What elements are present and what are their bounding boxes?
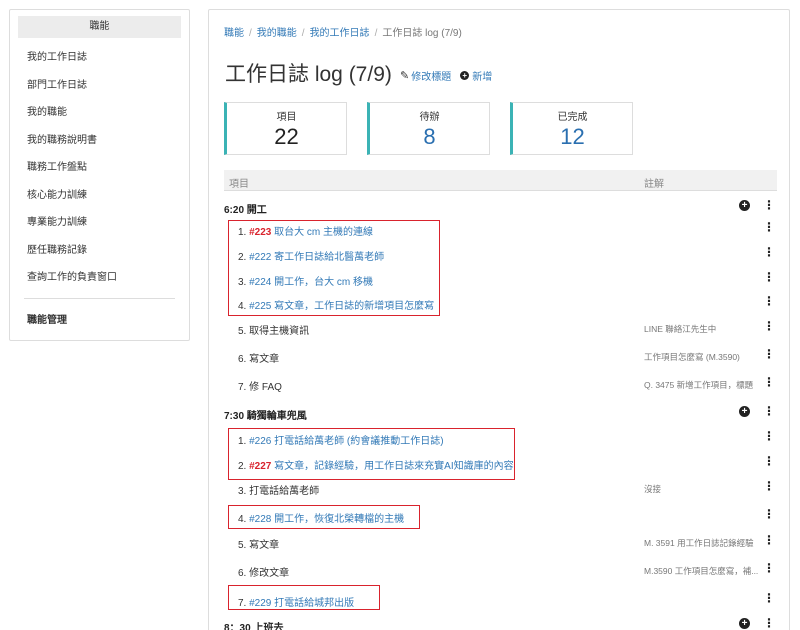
more-menu-icon[interactable]: ⋮ [763,455,775,467]
group-title: 6:20 開工 [224,205,267,216]
more-menu-icon[interactable]: ⋮ [763,376,775,388]
group-row: 8：30 上班去 + ⋮ [224,613,777,630]
item-number: 3. [238,486,247,497]
main-panel: 職能 / 我的職能 / 我的工作日誌 / 工作日誌 log (7/9) 工作日誌 log (… [208,9,790,630]
sidebar-item-my-competency[interactable]: 我的職能 [10,99,189,127]
more-menu-icon[interactable]: ⋮ [763,430,775,442]
sidebar-item-core-training[interactable]: 核心能力訓練 [10,182,189,210]
group-title: 7:30 騎獨輪車兜風 [224,411,307,422]
table-header: 項目 註解 [224,170,777,191]
add-item-button[interactable]: + [739,406,750,417]
more-menu-icon[interactable]: ⋮ [763,592,775,604]
add-button[interactable]: + 新增 [460,68,492,83]
sidebar: 職能 我的工作日誌 部門工作日誌 我的職能 我的職務說明書 職務工作盤點 核心能… [9,9,190,341]
item-text: 取得主機資訊 [249,326,310,337]
column-header-note: 註解 [644,179,664,190]
item-number: 6. [238,354,247,365]
item-note: Q. 3475 新增工作項目，標題 [644,380,754,390]
list-item[interactable]: 6. 修改文章 M.3590 工作項目怎麼寫，補... ⋮ [224,558,777,583]
sidebar-item-job-history[interactable]: 歷任職務記錄 [10,237,189,265]
add-item-button[interactable]: + [739,200,750,211]
stat-card-todo: 待辦 8 [367,102,490,155]
edit-title-button[interactable]: ✎ 修改標題 [400,68,451,83]
more-menu-icon[interactable]: ⋮ [763,617,775,629]
item-text: 修改文章 [249,568,290,579]
item-number: 7. [238,382,247,393]
sidebar-item-job-inventory[interactable]: 職務工作盤點 [10,154,189,182]
group-title: 8：30 上班去 [224,623,284,630]
item-text: 修 FAQ [249,382,282,393]
more-menu-icon[interactable]: ⋮ [763,405,775,417]
more-menu-icon[interactable]: ⋮ [763,320,775,332]
item-text: 打電話給萬老師 [249,486,320,497]
more-menu-icon[interactable]: ⋮ [763,508,775,520]
more-menu-icon[interactable]: ⋮ [763,271,775,283]
breadcrumb-link-my-worklog[interactable]: 我的工作日誌 [310,28,370,39]
group-row: 7:30 騎獨輪車兜風 + ⋮ [224,401,777,426]
item-text: 寫文章 [249,354,280,365]
breadcrumb-link-my-competency[interactable]: 我的職能 [257,28,297,39]
edit-title-label: 修改標題 [411,72,452,83]
more-menu-icon[interactable]: ⋮ [763,221,775,233]
page-title: 工作日誌 log (7/9) [225,63,392,86]
pencil-icon: ✎ [400,70,410,82]
breadcrumb-current: 工作日誌 log (7/9) [382,28,462,39]
item-text: 寫文章 [249,540,280,551]
item-note: 沒接 [644,484,662,494]
item-note: M. 3591 用工作日誌記錄經驗 [644,538,754,548]
highlight-box [228,585,380,610]
stat-card-items: 項目 22 [224,102,347,155]
more-menu-icon[interactable]: ⋮ [763,480,775,492]
item-number: 5. [238,540,247,551]
stat-label: 項目 [276,112,297,123]
stat-label: 待辦 [419,112,440,123]
item-note: LINE 聯絡江先生中 [644,324,717,334]
more-menu-icon[interactable]: ⋮ [763,295,775,307]
sidebar-divider [24,297,175,299]
more-menu-icon[interactable]: ⋮ [763,562,775,574]
list-item[interactable]: 7. 修 FAQ Q. 3475 新增工作項目，標題 ⋮ [224,372,777,397]
stat-value: 12 [560,124,585,149]
list-item[interactable]: 5. 取得主機資訊 LINE 聯絡江先生中 ⋮ [224,316,777,341]
highlight-box [228,220,440,316]
item-number: 6. [238,568,247,579]
stat-value: 8 [423,124,436,149]
sidebar-title: 職能 [18,16,181,38]
item-note: 工作項目怎麼寫 (M.3590) [644,352,740,362]
column-header-item: 項目 [229,179,249,190]
more-menu-icon[interactable]: ⋮ [763,199,775,211]
sidebar-item-competency-admin[interactable]: 職能管理 [10,307,189,335]
more-menu-icon[interactable]: ⋮ [763,534,775,546]
add-label: 新增 [472,72,493,83]
add-item-button[interactable]: + [739,618,750,629]
item-note: M.3590 工作項目怎麼寫，補... [644,566,759,576]
plus-circle-icon: + [460,71,470,80]
list-item[interactable]: 6. 寫文章 工作項目怎麼寫 (M.3590) ⋮ [224,344,777,369]
more-menu-icon[interactable]: ⋮ [763,348,775,360]
sidebar-item-my-worklog[interactable]: 我的工作日誌 [10,44,189,72]
sidebar-item-owner-lookup[interactable]: 查詢工作的負責窗口 [10,264,189,292]
sidebar-item-job-description[interactable]: 我的職務說明書 [10,127,189,155]
breadcrumb-link-competency[interactable]: 職能 [224,28,244,39]
item-number: 5. [238,326,247,337]
sidebar-item-pro-training[interactable]: 專業能力訓練 [10,209,189,237]
more-menu-icon[interactable]: ⋮ [763,246,775,258]
highlight-box [228,428,515,480]
stat-card-done: 已完成 12 [510,102,633,155]
highlight-box [228,505,420,529]
stat-label: 已完成 [557,112,588,123]
stat-value: 22 [274,124,299,149]
sidebar-item-dept-worklog[interactable]: 部門工作日誌 [10,72,189,100]
breadcrumb: 職能 / 我的職能 / 我的工作日誌 / 工作日誌 log (7/9) [224,28,462,39]
list-item[interactable]: 5. 寫文章 M. 3591 用工作日誌記錄經驗 ⋮ [224,530,777,555]
